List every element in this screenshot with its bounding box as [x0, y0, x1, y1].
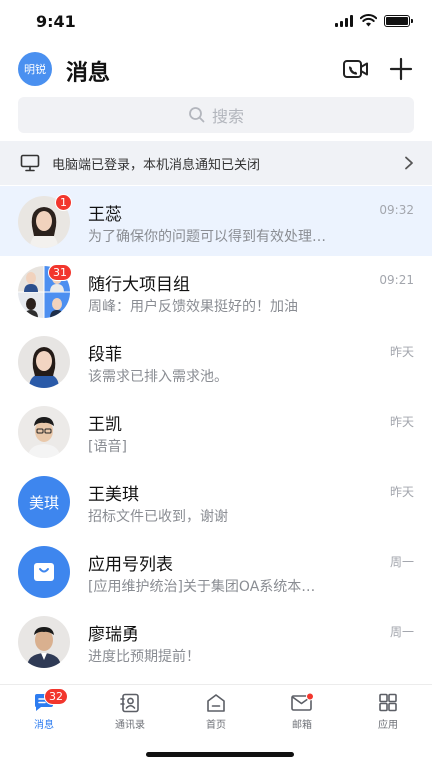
- page-title: 消息: [66, 61, 111, 86]
- search-icon: [189, 107, 205, 123]
- status-time: 9:41: [36, 12, 76, 31]
- search-placeholder: 搜索: [211, 107, 244, 126]
- tab-label: 消息: [34, 720, 54, 731]
- chat-time: 09:21: [379, 273, 414, 287]
- chat-time: 昨天: [389, 345, 414, 359]
- chat-preview: 周峰：用户反馈效果挺好的！加油: [88, 299, 298, 315]
- chat-time: 昨天: [389, 485, 414, 499]
- text-avatar: 美琪: [18, 476, 70, 528]
- cellular-signal-icon: [335, 14, 353, 27]
- unread-badge: 1: [55, 194, 72, 211]
- chat-time: 周一: [389, 555, 414, 569]
- tab-label: 首页: [206, 720, 226, 731]
- apps-grid-icon: [379, 693, 397, 712]
- chat-time: 周一: [389, 625, 414, 639]
- chat-item-liao-ruiyong[interactable]: 廖瑞勇 进度比预期提前！ 周一: [0, 606, 432, 676]
- avatar: [18, 406, 70, 458]
- battery-icon: [384, 14, 413, 27]
- chat-preview: 该需求已排入需求池。: [88, 369, 228, 385]
- tab-contacts[interactable]: 通讯录: [100, 693, 160, 737]
- chat-preview: [应用维护统治]关于集团OA系统本…: [88, 579, 316, 595]
- avatar: [18, 336, 70, 388]
- tab-home[interactable]: 首页: [186, 693, 246, 737]
- chat-name: 王蕊: [88, 205, 122, 225]
- user-avatar[interactable]: 明锐: [18, 52, 52, 86]
- monitor-icon: [20, 154, 40, 172]
- chat-preview: 进度比预期提前！: [88, 649, 200, 665]
- chat-name: 王凯: [88, 415, 122, 435]
- chat-time: 昨天: [389, 415, 414, 429]
- header: 明锐 消息: [0, 48, 432, 90]
- avatar: [18, 616, 70, 668]
- home-indicator[interactable]: [146, 752, 294, 757]
- chat-name: 应用号列表: [88, 555, 173, 575]
- chat-preview: 招标文件已收到，谢谢: [88, 509, 228, 525]
- chat-item-app-accounts[interactable]: 应用号列表 [应用维护统治]关于集团OA系统本… 周一: [0, 536, 432, 606]
- notice-text: 电脑端已登录，本机消息通知已关闭: [52, 158, 261, 173]
- chat-time: 09:32: [379, 203, 414, 217]
- chat-item-wang-rui[interactable]: 1 王蕊 为了确保你的问题可以得到有效处理… 09:32: [0, 186, 432, 256]
- tab-mailbox[interactable]: 邮箱: [272, 693, 332, 737]
- contacts-icon: [120, 693, 139, 713]
- chat-item-duan-fei[interactable]: 段菲 该需求已排入需求池。 昨天: [0, 326, 432, 396]
- chat-name: 廖瑞勇: [88, 625, 139, 645]
- search-input[interactable]: 搜索: [18, 97, 414, 133]
- tab-label: 应用: [378, 720, 398, 731]
- unread-badge: 31: [48, 264, 72, 281]
- tab-label: 邮箱: [292, 720, 312, 731]
- mail-icon: [291, 693, 314, 711]
- chat-item-wang-meiqi[interactable]: 美琪 王美琪 招标文件已收到，谢谢 昨天: [0, 466, 432, 536]
- shopping-bag-icon: [18, 546, 70, 598]
- home-icon: [207, 694, 225, 712]
- chat-preview: [语音]: [88, 439, 127, 455]
- wifi-icon: [360, 14, 377, 27]
- desktop-login-notice[interactable]: 电脑端已登录，本机消息通知已关闭: [0, 141, 432, 185]
- status-icons: [335, 14, 413, 27]
- chat-item-project-group[interactable]: 31 随行大项目组 周峰：用户反馈效果挺好的！加油 09:21: [0, 256, 432, 326]
- status-bar: 9:41: [0, 0, 432, 44]
- tab-apps[interactable]: 应用: [358, 693, 418, 737]
- chat-name: 段菲: [88, 345, 122, 365]
- chevron-right-icon: [405, 156, 413, 170]
- tab-label: 通讯录: [115, 720, 145, 731]
- chat-item-wang-kai[interactable]: 王凯 [语音] 昨天: [0, 396, 432, 466]
- add-icon[interactable]: [388, 56, 414, 82]
- video-call-icon[interactable]: [342, 57, 370, 81]
- chat-name: 随行大项目组: [88, 275, 190, 295]
- chat-name: 王美琪: [88, 485, 139, 505]
- tab-unread-badge: 32: [44, 688, 68, 705]
- chat-preview: 为了确保你的问题可以得到有效处理…: [88, 229, 326, 245]
